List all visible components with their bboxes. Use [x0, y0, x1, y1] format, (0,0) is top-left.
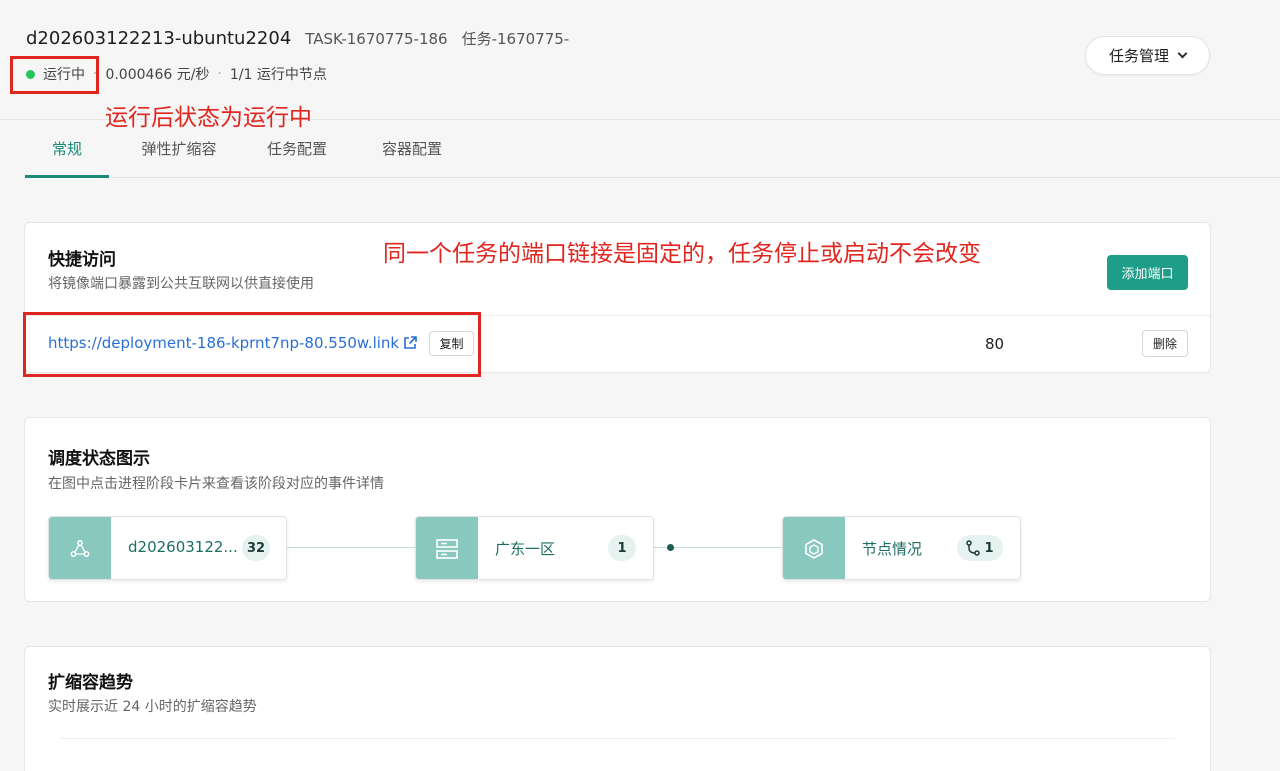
server-icon — [416, 517, 478, 579]
stage-label: 节点情况 — [862, 540, 923, 558]
stage-label: 广东一区 — [495, 540, 556, 558]
chevron-down-icon — [1177, 48, 1188, 59]
trend-title: 扩缩容趋势 — [48, 673, 133, 693]
trend-subtitle: 实时展示近 24 小时的扩缩容趋势 — [48, 699, 257, 715]
schedule-card: 调度状态图示 在图中点击进程阶段卡片来查看该阶段对应的事件详情 d2026031… — [24, 417, 1211, 602]
separator: · — [217, 66, 222, 82]
cube-icon — [783, 517, 845, 579]
price-text: 0.000466 元/秒 — [105, 67, 210, 83]
quick-access-subtitle: 将镜像端口暴露到公共互联网以供直接使用 — [48, 276, 314, 292]
connector-line — [287, 547, 417, 548]
tab-general[interactable]: 常规 — [25, 121, 109, 178]
link-annotation: 同一个任务的端口链接是固定的，任务停止或启动不会改变 — [383, 241, 981, 267]
deployment-icon — [49, 517, 111, 579]
task-id: TASK-1670775-186 — [305, 30, 448, 48]
stage-card-region[interactable]: 广东一区 1 — [415, 516, 654, 580]
stage-count-badge: 32 — [242, 535, 270, 561]
nodes-text: 1/1 运行中节点 — [229, 67, 327, 83]
add-port-button[interactable]: 添加端口 — [1107, 255, 1188, 290]
stage-count: 1 — [984, 540, 994, 556]
port-number: 80 — [985, 335, 1005, 353]
stage-count-badge: 1 — [608, 535, 636, 561]
task-cn-id: 任务-1670775- — [461, 30, 570, 48]
schedule-subtitle: 在图中点击进程阶段卡片来查看该阶段对应的事件详情 — [48, 476, 384, 492]
tab-task-config[interactable]: 任务配置 — [257, 121, 337, 178]
status-highlight-box — [10, 56, 99, 94]
branch-icon — [966, 540, 981, 556]
task-manage-button[interactable]: 任务管理 — [1085, 36, 1210, 75]
stage-card-nodes[interactable]: 节点情况 1 — [782, 516, 1021, 580]
stage-label: d202603122... — [128, 538, 238, 556]
schedule-title: 调度状态图示 — [48, 449, 150, 469]
title-row: d202603122213-ubuntu2204 TASK-1670775-18… — [26, 28, 569, 49]
quick-access-title: 快捷访问 — [48, 250, 116, 270]
tab-container-config[interactable]: 容器配置 — [372, 121, 452, 178]
delete-port-button[interactable]: 删除 — [1142, 330, 1188, 357]
task-name: d202603122213-ubuntu2204 — [26, 28, 292, 49]
connector-dot — [667, 544, 674, 551]
link-highlight-box — [23, 312, 481, 377]
stage-card-deployment[interactable]: d202603122... 32 — [48, 516, 287, 580]
scaling-trend-card: 扩缩容趋势 实时展示近 24 小时的扩缩容趋势 — [24, 646, 1211, 771]
tab-bar: 常规 弹性扩缩容 任务配置 容器配置 — [25, 121, 1280, 178]
tab-autoscale[interactable]: 弹性扩缩容 — [129, 121, 229, 178]
stage-count-badge: 1 — [957, 535, 1003, 561]
task-manage-label: 任务管理 — [1108, 47, 1169, 65]
chart-gridline — [60, 738, 1175, 739]
